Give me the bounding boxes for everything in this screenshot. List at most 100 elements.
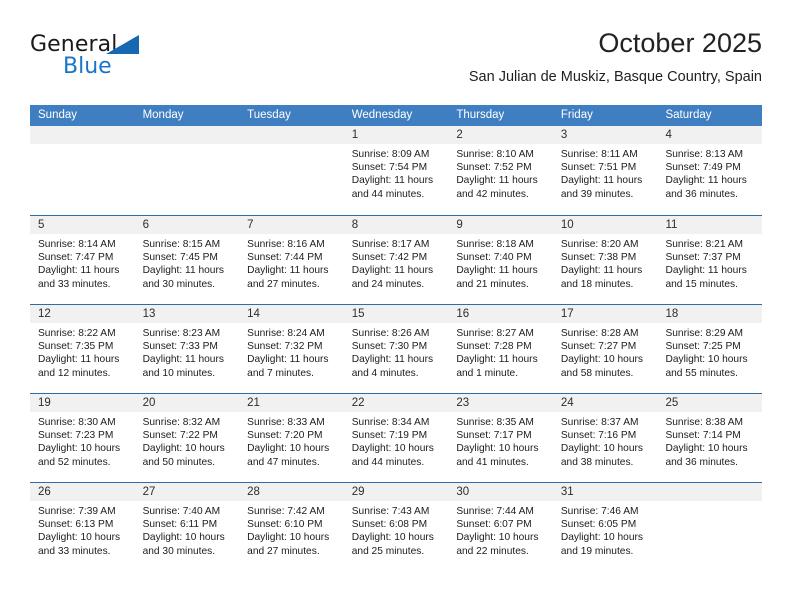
sunset-text: Sunset: 7:33 PM <box>142 341 218 353</box>
sunset-text: Sunset: 7:28 PM <box>456 341 532 353</box>
day-info: Sunrise: 8:15 AM Sunset: 7:45 PM Daylight:… <box>135 234 240 291</box>
calendar-day-cell[interactable]: 7 Sunrise: 8:16 AM Sunset: 7:44 PM Daylight… <box>239 216 344 304</box>
day-number: 14 <box>239 305 344 323</box>
calendar-day-cell[interactable]: 4 Sunrise: 8:13 AM Sunset: 7:49 PM Daylight… <box>657 126 763 215</box>
calendar-day-cell[interactable]: 21 Sunrise: 8:33 AM Sunset: 7:20 PM Dayligh… <box>239 394 344 482</box>
day-number: 16 <box>448 305 553 323</box>
day-number: 1 <box>343 126 449 144</box>
calendar-day-cell[interactable]: 20 Sunrise: 8:32 AM Sunset: 7:22 PM Dayligh… <box>134 394 240 482</box>
calendar-day-cell[interactable]: 24 Sunrise: 8:37 AM Sunset: 7:16 PM Dayligh… <box>552 394 658 482</box>
sunset-text: Sunset: 7:17 PM <box>456 430 532 442</box>
calendar-day-cell[interactable]: 23 Sunrise: 8:35 AM Sunset: 7:17 PM Dayligh… <box>448 394 553 482</box>
calendar-day-cell[interactable]: 5 Sunrise: 8:14 AM Sunset: 7:47 PM Daylight… <box>30 216 135 304</box>
daylight-text: Daylight: 11 hours and 27 minutes. <box>247 265 329 290</box>
general-blue-logo[interactable]: General Blue <box>30 32 150 84</box>
sunrise-text: Sunrise: 7:43 AM <box>351 506 430 517</box>
calendar-day-cell[interactable]: 17 Sunrise: 8:28 AM Sunset: 7:27 PM Dayligh… <box>552 305 658 393</box>
sunset-text: Sunset: 7:51 PM <box>560 162 637 174</box>
sunrise-text: Sunrise: 8:37 AM <box>560 417 639 428</box>
day-info: Sunrise: 7:42 AM Sunset: 6:10 PM Daylight:… <box>239 501 344 558</box>
calendar-day-cell[interactable]: 30 Sunrise: 7:44 AM Sunset: 6:07 PM Dayligh… <box>448 483 553 571</box>
calendar-day-cell[interactable]: 2 Sunrise: 8:10 AM Sunset: 7:52 PM Daylight… <box>448 126 553 215</box>
day-info: Sunrise: 8:11 AM Sunset: 7:51 PM Daylight:… <box>553 144 658 201</box>
calendar-week-row: 26 Sunrise: 7:39 AM Sunset: 6:13 PM Dayligh… <box>30 482 763 571</box>
sunrise-text: Sunrise: 8:29 AM <box>665 328 744 339</box>
sunrise-text: Sunrise: 8:23 AM <box>142 328 221 339</box>
calendar-day-cell[interactable]: 10 Sunrise: 8:20 AM Sunset: 7:38 PM Dayligh… <box>552 216 658 304</box>
sunset-text: Sunset: 6:13 PM <box>38 519 114 531</box>
calendar-day-cell[interactable]: 12 Sunrise: 8:22 AM Sunset: 7:35 PM Dayligh… <box>30 305 135 393</box>
day-number: 4 <box>657 126 763 144</box>
calendar-day-cell[interactable]: 9 Sunrise: 8:18 AM Sunset: 7:40 PM Daylight… <box>448 216 553 304</box>
daylight-text: Daylight: 11 hours and 30 minutes. <box>142 265 224 290</box>
calendar-day-cell[interactable]: 15 Sunrise: 8:26 AM Sunset: 7:30 PM Dayligh… <box>343 305 449 393</box>
triangle-icon <box>106 35 139 54</box>
sunrise-text: Sunrise: 8:13 AM <box>665 149 744 160</box>
day-info: Sunrise: 8:30 AM Sunset: 7:23 PM Daylight:… <box>30 412 135 469</box>
daylight-text: Daylight: 10 hours and 36 minutes. <box>665 443 748 468</box>
calendar-day-cell[interactable]: 28 Sunrise: 7:42 AM Sunset: 6:10 PM Dayligh… <box>239 483 344 571</box>
sunrise-text: Sunrise: 8:24 AM <box>247 328 325 339</box>
sunset-text: Sunset: 7:54 PM <box>351 162 428 174</box>
page-header: General Blue October 2025 San Julian de … <box>30 26 762 98</box>
sunrise-text: Sunrise: 8:38 AM <box>665 417 744 428</box>
calendar-day-cell[interactable]: 1 Sunrise: 8:09 AM Sunset: 7:54 PM Daylight… <box>343 126 449 215</box>
calendar-day-cell[interactable]: 16 Sunrise: 8:27 AM Sunset: 7:28 PM Dayligh… <box>448 305 553 393</box>
daylight-text: Daylight: 10 hours and 27 minutes. <box>247 532 330 557</box>
calendar-day-cell-empty <box>134 126 240 215</box>
calendar-day-cell[interactable]: 3 Sunrise: 8:11 AM Sunset: 7:51 PM Daylight… <box>552 126 658 215</box>
calendar-day-cell[interactable]: 6 Sunrise: 8:15 AM Sunset: 7:45 PM Daylight… <box>134 216 240 304</box>
calendar-day-cell[interactable]: 22 Sunrise: 8:34 AM Sunset: 7:19 PM Dayligh… <box>343 394 449 482</box>
day-number: 28 <box>239 483 344 501</box>
daylight-text: Daylight: 11 hours and 10 minutes. <box>142 354 224 379</box>
day-number: 24 <box>552 394 658 412</box>
page-title: October 2025 <box>598 28 762 58</box>
daylight-text: Daylight: 10 hours and 22 minutes. <box>456 532 539 557</box>
sunset-text: Sunset: 6:10 PM <box>247 519 323 531</box>
calendar-week-row: 5 Sunrise: 8:14 AM Sunset: 7:47 PM Daylight… <box>30 215 763 304</box>
day-number: 26 <box>30 483 135 501</box>
daylight-text: Daylight: 11 hours and 12 minutes. <box>38 354 120 379</box>
day-info: Sunrise: 8:23 AM Sunset: 7:33 PM Daylight:… <box>135 323 240 380</box>
calendar-day-cell[interactable]: 8 Sunrise: 8:17 AM Sunset: 7:42 PM Daylight… <box>343 216 449 304</box>
day-number: 18 <box>657 305 763 323</box>
calendar-day-cell[interactable]: 11 Sunrise: 8:21 AM Sunset: 7:37 PM Dayligh… <box>657 216 763 304</box>
calendar-day-cell[interactable]: 18 Sunrise: 8:29 AM Sunset: 7:25 PM Dayligh… <box>657 305 763 393</box>
daylight-text: Daylight: 10 hours and 44 minutes. <box>351 443 434 468</box>
day-number: 20 <box>134 394 240 412</box>
sunset-text: Sunset: 7:22 PM <box>142 430 218 442</box>
calendar-day-cell[interactable]: 25 Sunrise: 8:38 AM Sunset: 7:14 PM Dayligh… <box>657 394 763 482</box>
calendar-day-cell[interactable]: 26 Sunrise: 7:39 AM Sunset: 6:13 PM Dayligh… <box>30 483 135 571</box>
sunrise-text: Sunrise: 8:17 AM <box>351 239 430 250</box>
day-number: 2 <box>448 126 553 144</box>
sunset-text: Sunset: 6:05 PM <box>560 519 637 531</box>
day-number: 31 <box>552 483 658 501</box>
calendar-week-row: 12 Sunrise: 8:22 AM Sunset: 7:35 PM Dayligh… <box>30 304 763 393</box>
day-info: Sunrise: 8:24 AM Sunset: 7:32 PM Daylight:… <box>239 323 344 380</box>
calendar-day-cell[interactable]: 31 Sunrise: 7:46 AM Sunset: 6:05 PM Dayligh… <box>552 483 658 571</box>
day-info: Sunrise: 7:46 AM Sunset: 6:05 PM Daylight:… <box>553 501 658 558</box>
daylight-text: Daylight: 10 hours and 58 minutes. <box>560 354 644 379</box>
calendar-day-cell[interactable]: 13 Sunrise: 8:23 AM Sunset: 7:33 PM Dayligh… <box>134 305 240 393</box>
day-info: Sunrise: 8:29 AM Sunset: 7:25 PM Daylight:… <box>657 323 762 380</box>
calendar-day-cell[interactable]: 19 Sunrise: 8:30 AM Sunset: 7:23 PM Dayligh… <box>30 394 135 482</box>
day-number: 21 <box>239 394 344 412</box>
day-info: Sunrise: 8:18 AM Sunset: 7:40 PM Daylight:… <box>448 234 553 291</box>
daylight-text: Daylight: 10 hours and 50 minutes. <box>142 443 225 468</box>
daylight-text: Daylight: 10 hours and 38 minutes. <box>560 443 644 468</box>
calendar-day-cell[interactable]: 29 Sunrise: 7:43 AM Sunset: 6:08 PM Dayligh… <box>343 483 449 571</box>
weekday-header-sunday: Sunday <box>38 109 78 121</box>
day-number: 8 <box>343 216 449 234</box>
sunrise-text: Sunrise: 8:11 AM <box>560 149 638 160</box>
calendar-day-cell[interactable]: 14 Sunrise: 8:24 AM Sunset: 7:32 PM Dayligh… <box>239 305 344 393</box>
calendar-day-cell[interactable]: 27 Sunrise: 7:40 AM Sunset: 6:11 PM Dayligh… <box>134 483 240 571</box>
sunrise-text: Sunrise: 8:20 AM <box>560 239 639 250</box>
day-number: 12 <box>30 305 135 323</box>
day-number: 30 <box>448 483 553 501</box>
day-info: Sunrise: 7:40 AM Sunset: 6:11 PM Daylight:… <box>135 501 240 558</box>
day-info: Sunrise: 8:17 AM Sunset: 7:42 PM Daylight:… <box>344 234 449 291</box>
weekday-header-tuesday: Tuesday <box>247 109 291 121</box>
day-number: 3 <box>552 126 658 144</box>
day-number: 5 <box>30 216 135 234</box>
day-info: Sunrise: 8:38 AM Sunset: 7:14 PM Daylight:… <box>657 412 762 469</box>
